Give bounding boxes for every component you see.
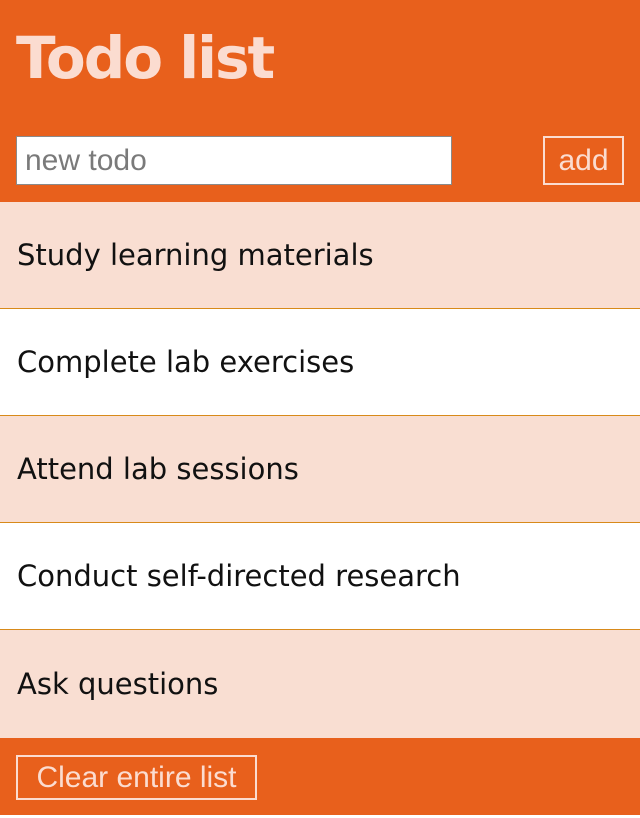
todo-item[interactable]: Complete lab exercises bbox=[0, 309, 640, 416]
todo-item[interactable]: Study learning materials bbox=[0, 202, 640, 309]
clear-list-button[interactable]: Clear entire list bbox=[16, 755, 257, 800]
new-todo-input[interactable] bbox=[16, 136, 452, 185]
add-button[interactable]: add bbox=[543, 136, 624, 185]
page-title: Todo list bbox=[16, 24, 275, 92]
app-footer: Clear entire list bbox=[0, 738, 640, 815]
todo-item[interactable]: Ask questions bbox=[0, 630, 640, 738]
todo-app: Todo list add Study learning materials C… bbox=[0, 0, 640, 818]
app-header: Todo list add bbox=[0, 0, 640, 202]
todo-item[interactable]: Attend lab sessions bbox=[0, 416, 640, 523]
todo-list: Study learning materials Complete lab ex… bbox=[0, 202, 640, 738]
todo-item[interactable]: Conduct self-directed research bbox=[0, 523, 640, 630]
